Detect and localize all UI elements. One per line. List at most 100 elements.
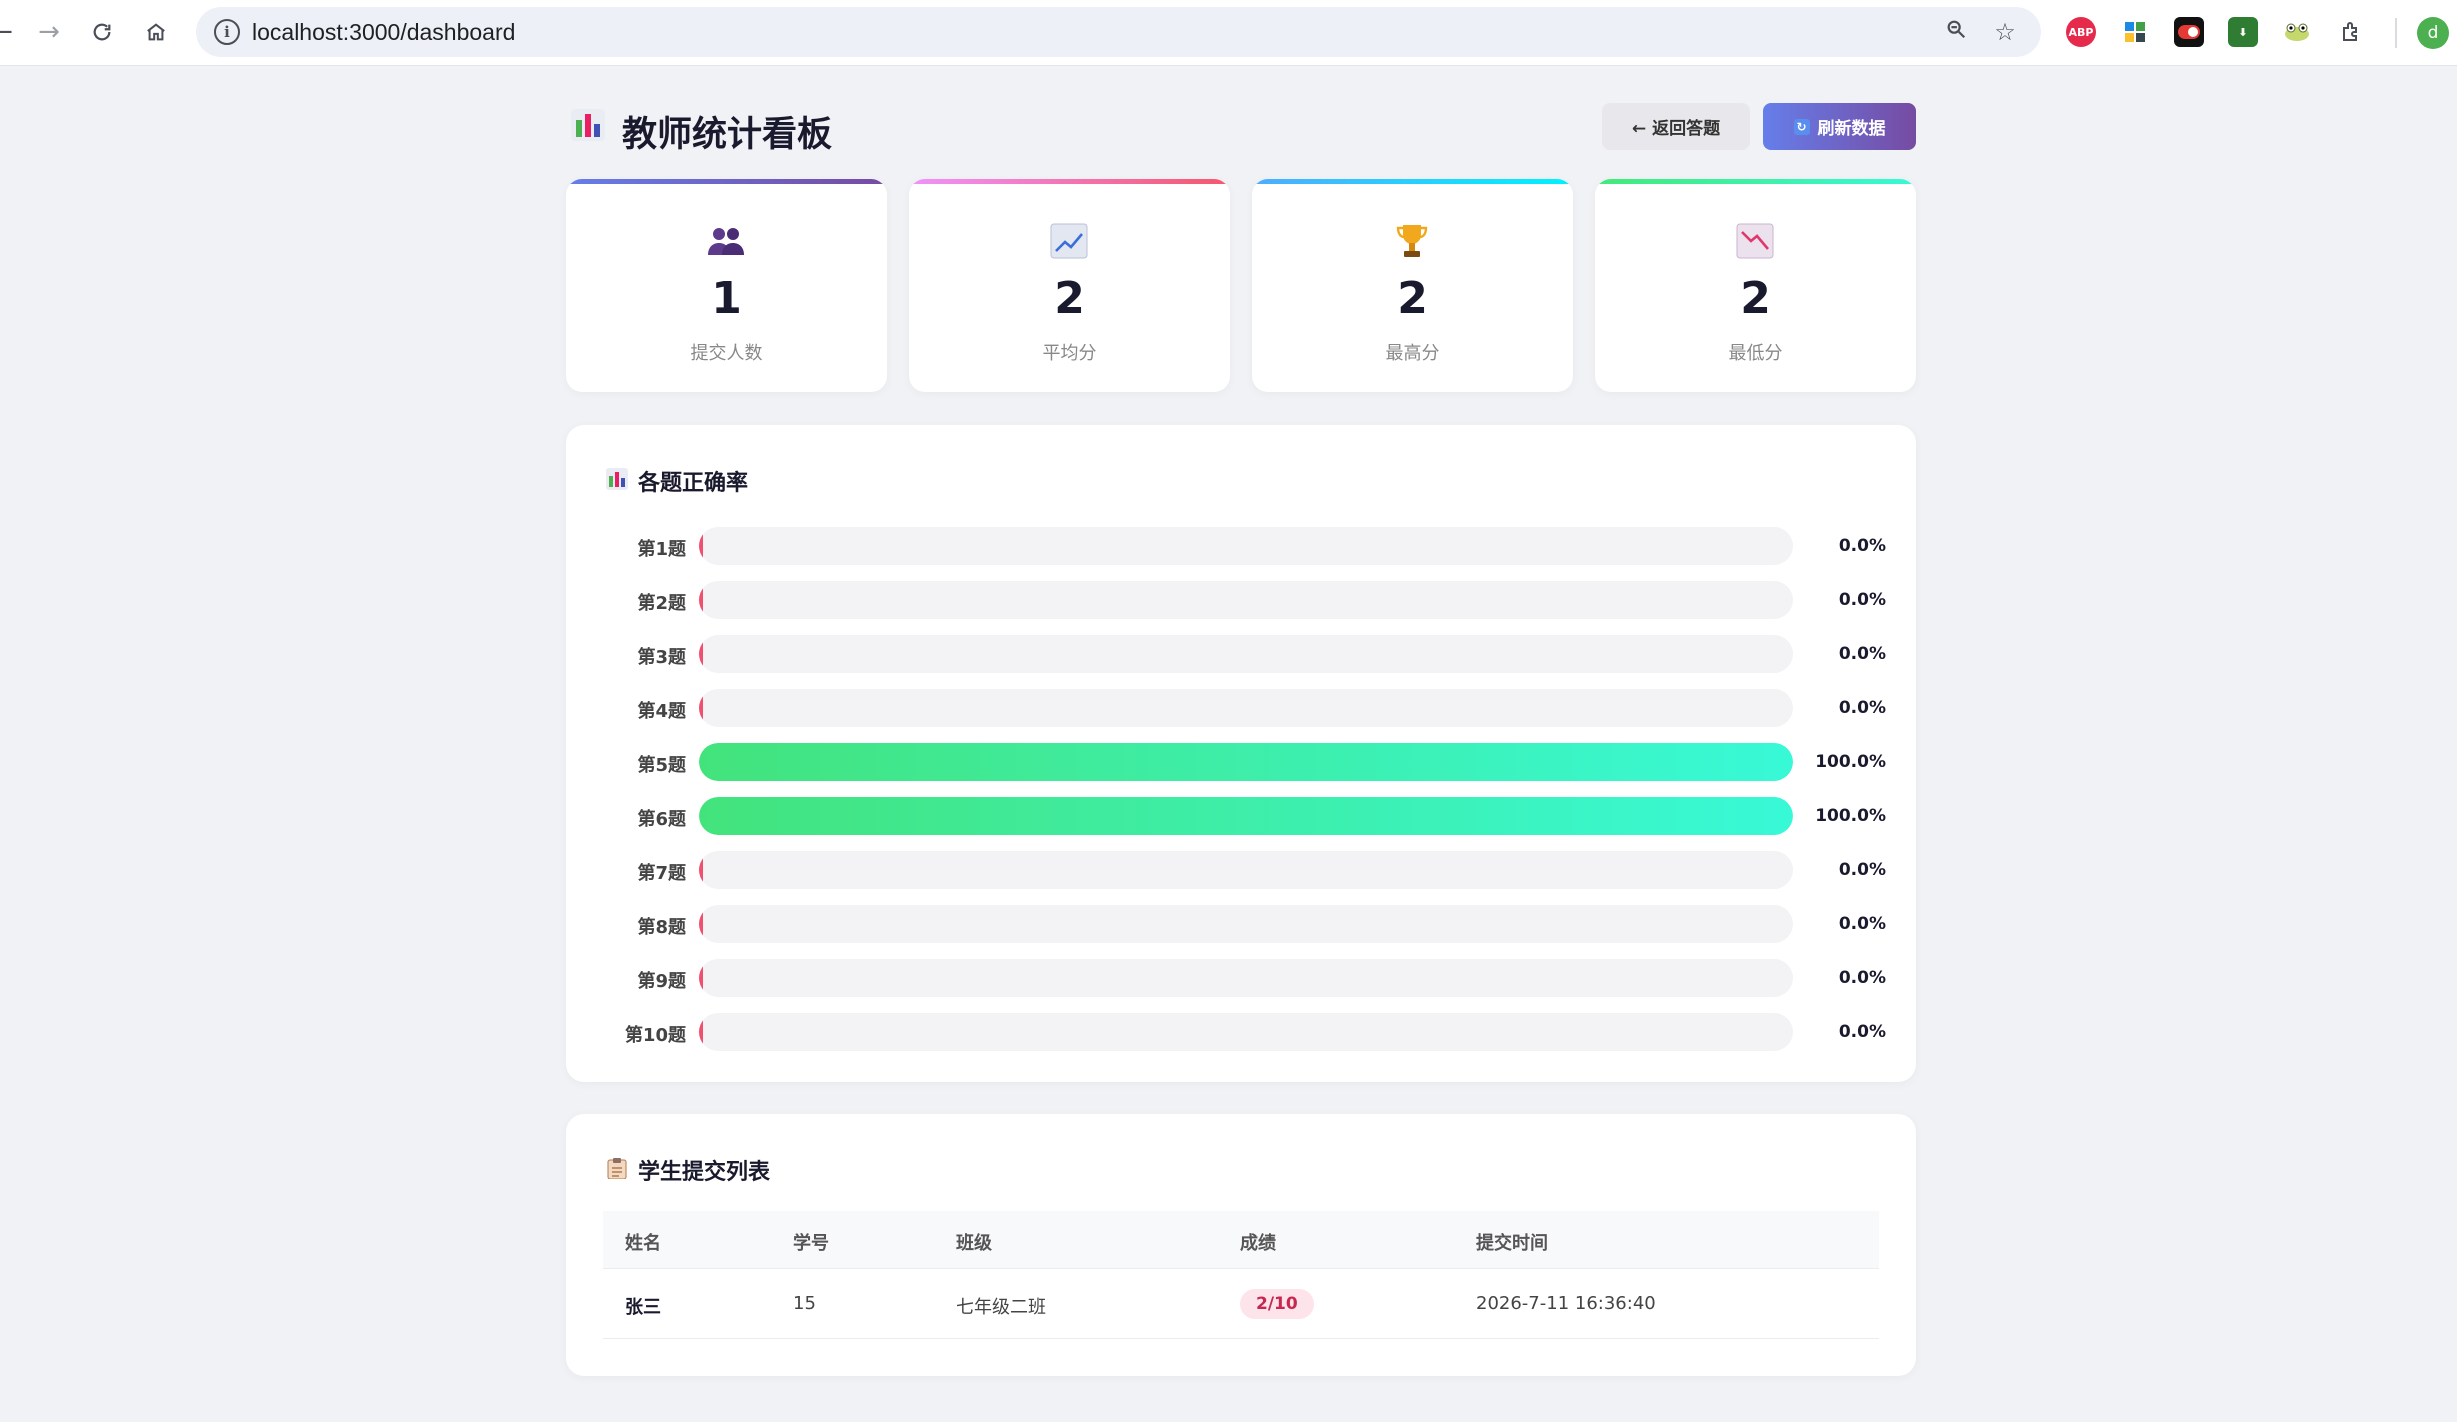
stat-card-highest: 2 最高分 [1252,179,1573,392]
accuracy-percent: 0.0% [1838,860,1886,880]
toolbar-divider [2395,18,2397,48]
question-row: 第7题 0.0% [566,851,1916,889]
stat-value: 2 [1740,273,1771,324]
accuracy-percent: 100.0% [1815,806,1886,826]
column-header[interactable]: 成绩 [1240,1229,1276,1255]
question-label: 第1题 [637,539,686,560]
stat-value: 1 [711,273,742,324]
clipboard-icon [607,1158,627,1179]
card-accent-bar [1595,179,1916,184]
question-label: 第3题 [637,647,686,668]
stat-value: 2 [1397,273,1428,324]
column-header[interactable]: 班级 [956,1229,992,1255]
question-row: 第2题 0.0% [566,581,1916,619]
stat-card-average: 2 平均分 [909,179,1230,392]
question-label: 第10题 [624,1025,686,1046]
accuracy-percent: 0.0% [1838,536,1886,556]
users-icon [705,221,747,261]
refresh-icon: ↻ [1793,118,1810,135]
refresh-data-button[interactable]: ↻ 刷新数据 [1763,103,1916,150]
question-row: 第1题 0.0% [566,527,1916,565]
table-row[interactable]: 张三 15 七年级二班 2/10 2026-7-11 16:36:40 [603,1269,1879,1339]
home-icon[interactable] [138,14,174,50]
accuracy-bar-track [699,581,1793,619]
bar-chart-icon [571,109,605,141]
accuracy-bar-fill [699,905,703,943]
question-row: 第5题 100.0% [566,743,1916,781]
question-label: 第9题 [637,971,686,992]
question-row: 第10题 0.0% [566,1013,1916,1051]
accuracy-bar-fill [699,527,703,565]
accuracy-percent: 0.0% [1838,644,1886,664]
submissions-panel: 学生提交列表 姓名 学号 班级 成绩 提交时间 张三 15 七年级二班 2/10… [566,1114,1916,1376]
accuracy-bar-track [699,905,1793,943]
stat-card-submissions: 1 提交人数 [566,179,887,392]
card-accent-bar [909,179,1230,184]
question-row: 第6题 100.0% [566,797,1916,835]
trophy-icon [1391,221,1433,261]
accuracy-percent: 0.0% [1838,698,1886,718]
accuracy-title: 各题正确率 [638,471,749,496]
stat-card-lowest: 2 最低分 [1595,179,1916,392]
stats-row: 1 提交人数 2 平均分 2 最高分 2 最低分 [566,179,1916,392]
download-icon[interactable]: ⬇ [2228,17,2258,47]
adblock-icon[interactable]: ABP [2066,17,2096,47]
accuracy-bar-track [699,851,1793,889]
bar-chart-icon [606,468,628,490]
forward-arrow-icon[interactable]: → [31,14,67,50]
back-arrow-icon[interactable]: ← [0,14,20,50]
question-row: 第8题 0.0% [566,905,1916,943]
stat-label: 最高分 [1385,343,1440,364]
frog-icon[interactable] [2282,17,2312,47]
puzzle-grid-icon[interactable] [2120,17,2150,47]
accuracy-panel: 各题正确率 第1题 0.0% 第2题 0.0% 第3题 0.0% 第4题 0.0% 第5题 100… [566,425,1916,1082]
question-row: 第4题 0.0% [566,689,1916,727]
url-text: localhost:3000/dashboard [252,19,516,45]
browser-toolbar: ← → i localhost:3000/dashboard ☆ ABP ⬇ d [0,0,2457,66]
accuracy-bar-fill [699,1013,703,1051]
stat-label: 最低分 [1728,343,1783,364]
address-bar[interactable]: i localhost:3000/dashboard ☆ [196,7,2041,57]
accuracy-bar-fill [699,635,703,673]
question-label: 第4题 [637,701,686,722]
question-label: 第2题 [637,593,686,614]
accuracy-percent: 0.0% [1838,914,1886,934]
accuracy-percent: 0.0% [1838,1022,1886,1042]
refresh-data-label: 刷新数据 [1817,119,1886,139]
question-row: 第9题 0.0% [566,959,1916,997]
student-class: 七年级二班 [956,1297,1046,1318]
chart-down-icon [1734,221,1776,261]
accuracy-percent: 0.0% [1838,590,1886,610]
question-row: 第3题 0.0% [566,635,1916,673]
reload-icon[interactable] [84,14,120,50]
accuracy-bar-track [699,797,1793,835]
submissions-title: 学生提交列表 [638,1160,771,1185]
column-header[interactable]: 提交时间 [1476,1229,1548,1255]
accuracy-bar-fill [699,743,1793,781]
accuracy-bar-fill [699,851,703,889]
accuracy-bar-track [699,527,1793,565]
site-info-icon[interactable]: i [214,19,240,45]
extensions-icon[interactable] [2337,17,2367,47]
card-accent-bar [566,179,887,184]
profile-avatar[interactable]: d [2417,17,2449,49]
question-label: 第6题 [637,809,686,830]
page-title: 教师统计看板 [622,115,833,155]
accuracy-bar-fill [699,581,703,619]
column-header[interactable]: 姓名 [625,1229,661,1255]
accuracy-bar-fill [699,959,703,997]
zoom-icon[interactable] [1942,18,1970,46]
toggle-icon[interactable] [2174,17,2204,47]
question-label: 第5题 [637,755,686,776]
question-label: 第8题 [637,917,686,938]
accuracy-bar-fill [699,689,703,727]
accuracy-percent: 0.0% [1838,968,1886,988]
back-to-quiz-button[interactable]: ← 返回答题 [1602,103,1750,150]
accuracy-bar-track [699,959,1793,997]
student-name: 张三 [625,1297,661,1318]
stat-value: 2 [1054,273,1085,324]
bookmark-star-icon[interactable]: ☆ [1991,18,2019,46]
accuracy-bar-track [699,743,1793,781]
student-id: 15 [793,1293,816,1314]
column-header[interactable]: 学号 [793,1229,829,1255]
